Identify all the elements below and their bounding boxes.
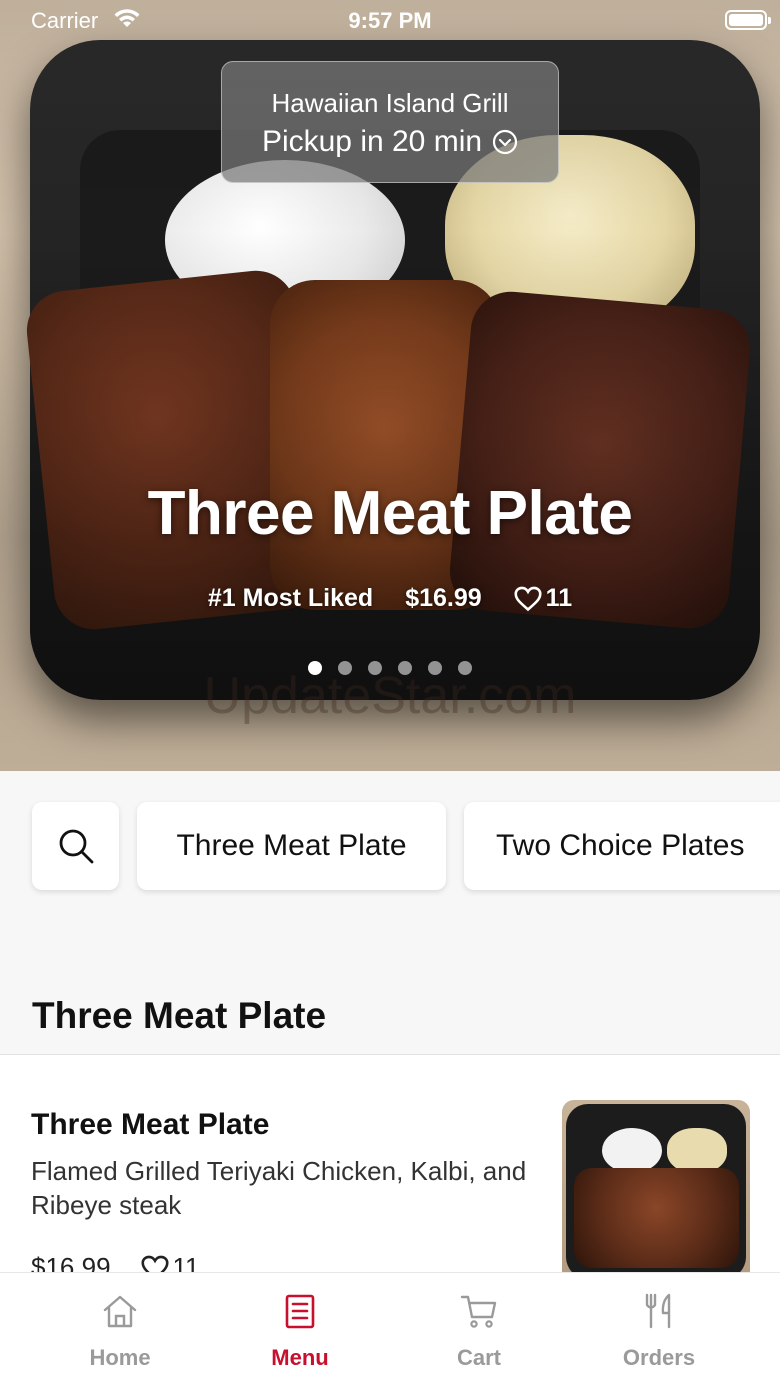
- hero-title: Three Meat Plate: [147, 479, 633, 548]
- utensils-icon: [645, 1293, 671, 1329]
- category-chip-two-choice-plates[interactable]: Two Choice Plates: [464, 802, 780, 890]
- tab-menu[interactable]: Menu: [210, 1273, 390, 1387]
- cart-icon: [460, 1295, 497, 1328]
- tab-orders-label: Orders: [622, 1345, 696, 1370]
- hero-price: $16.99: [405, 584, 482, 612]
- search-icon: [59, 829, 93, 864]
- status-bar: Carrier 9:57 PM: [0, 0, 780, 40]
- category-chip-three-meat-plate[interactable]: Three Meat Plate: [137, 802, 446, 890]
- heart-icon: [514, 586, 542, 611]
- tab-menu-label: Menu: [271, 1345, 329, 1370]
- store-name: Hawaiian Island Grill: [271, 88, 509, 118]
- tab-cart[interactable]: Cart: [389, 1273, 569, 1387]
- item-name: Three Meat Plate: [31, 1108, 270, 1141]
- store-selector[interactable]: Hawaiian Island Grill Pickup in 20 min: [221, 61, 559, 183]
- tab-home-label: Home: [89, 1345, 151, 1370]
- pickup-time: Pickup in 20 min: [222, 125, 558, 159]
- tab-orders[interactable]: Orders: [569, 1273, 749, 1387]
- hero-badge: #1 Most Liked: [207, 584, 374, 612]
- tab-cart-label: Cart: [456, 1345, 501, 1370]
- clock: 9:57 PM: [348, 8, 432, 33]
- hero-likes[interactable]: 11: [514, 584, 572, 613]
- menu-list-icon: [285, 1294, 315, 1329]
- hero-likes-count: 11: [545, 584, 573, 612]
- menu-item-card[interactable]: Three Meat Plate Flamed Grilled Teriyaki…: [0, 1055, 780, 1275]
- tab-home[interactable]: Home: [30, 1273, 210, 1387]
- item-thumbnail: [562, 1100, 750, 1275]
- chevron-down-circle-icon: [492, 129, 518, 155]
- category-chips: Three Meat Plate Two Choice Plates: [0, 802, 780, 892]
- item-description: Flamed Grilled Teriyaki Chicken, Kalbi, …: [31, 1156, 527, 1220]
- pickup-label: Pickup in 20 min: [261, 125, 483, 158]
- search-button[interactable]: [32, 802, 119, 890]
- home-icon: [103, 1295, 137, 1328]
- tab-bar: Home Menu Cart Orders: [0, 1272, 780, 1387]
- section-title: Three Meat Plate: [32, 995, 327, 1036]
- watermark: UpdateStar.com: [203, 667, 577, 725]
- hero-meta: #1 Most Liked $16.99 11: [0, 584, 780, 613]
- battery-icon: [725, 10, 771, 30]
